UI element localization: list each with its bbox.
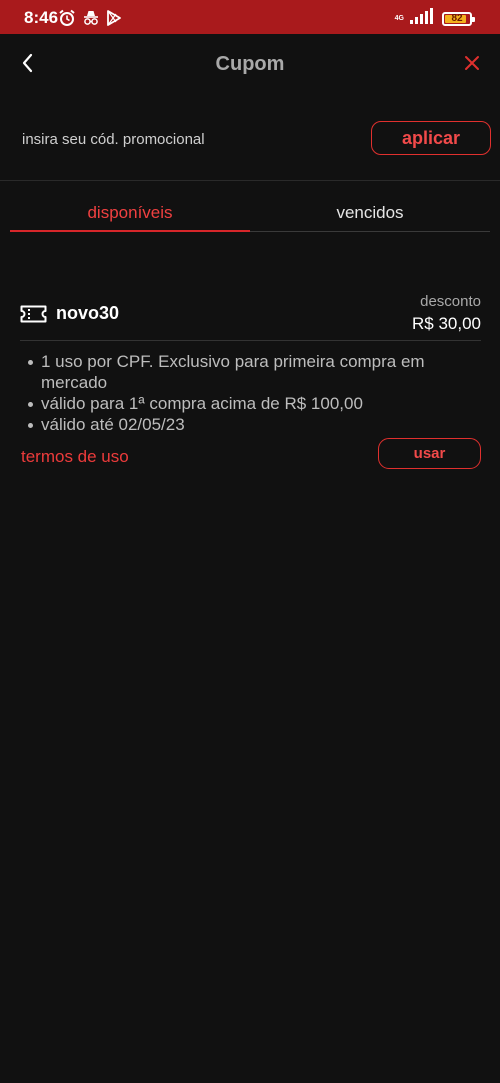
ticket-icon xyxy=(20,304,47,329)
apply-button[interactable]: aplicar xyxy=(371,121,491,155)
discount-label: desconto xyxy=(420,293,481,310)
battery-level: 82 xyxy=(451,12,463,24)
close-button[interactable] xyxy=(460,50,484,76)
promo-code-input[interactable] xyxy=(22,122,342,156)
promo-code-row: aplicar xyxy=(0,110,500,170)
system-icons: 4G 82 xyxy=(394,8,475,29)
tab-available[interactable]: disponíveis xyxy=(10,195,250,231)
battery-icon: 82 xyxy=(442,11,475,26)
page-title: Cupom xyxy=(215,53,285,75)
divider xyxy=(0,180,500,181)
discount-value: R$ 30,00 xyxy=(412,314,481,333)
close-icon xyxy=(465,56,479,70)
alarm-icon xyxy=(58,9,76,32)
coupon-rules: 1 uso por CPF. Exclusivo para primeira c… xyxy=(20,351,481,435)
status-bar: 8:46 4G 82 xyxy=(0,0,500,34)
coupon-card: novo30 desconto R$ 30,00 1 uso por CPF. … xyxy=(20,290,481,480)
coupon-divider xyxy=(20,340,481,341)
tab-expired[interactable]: vencidos xyxy=(250,195,490,231)
coupon-code: novo30 xyxy=(56,303,120,323)
clock: 8:46 xyxy=(24,8,59,27)
active-tab-indicator xyxy=(10,230,250,232)
rule-item: válido para 1ª compra acima de R$ 100,00 xyxy=(20,393,481,414)
signal-icon xyxy=(410,8,436,29)
terms-link[interactable]: termos de uso xyxy=(21,447,129,467)
use-coupon-button[interactable]: usar xyxy=(378,438,481,469)
tab-track xyxy=(250,231,490,232)
rule-item: 1 uso por CPF. Exclusivo para primeira c… xyxy=(20,351,481,393)
play-store-icon xyxy=(106,9,122,32)
rule-item: válido até 02/05/23 xyxy=(20,414,481,435)
notification-icons xyxy=(58,9,122,32)
network-type: 4G xyxy=(394,14,404,22)
tab-bar: disponíveis vencidos xyxy=(10,195,490,233)
incognito-icon xyxy=(82,9,100,32)
app-header: Cupom xyxy=(0,34,500,94)
